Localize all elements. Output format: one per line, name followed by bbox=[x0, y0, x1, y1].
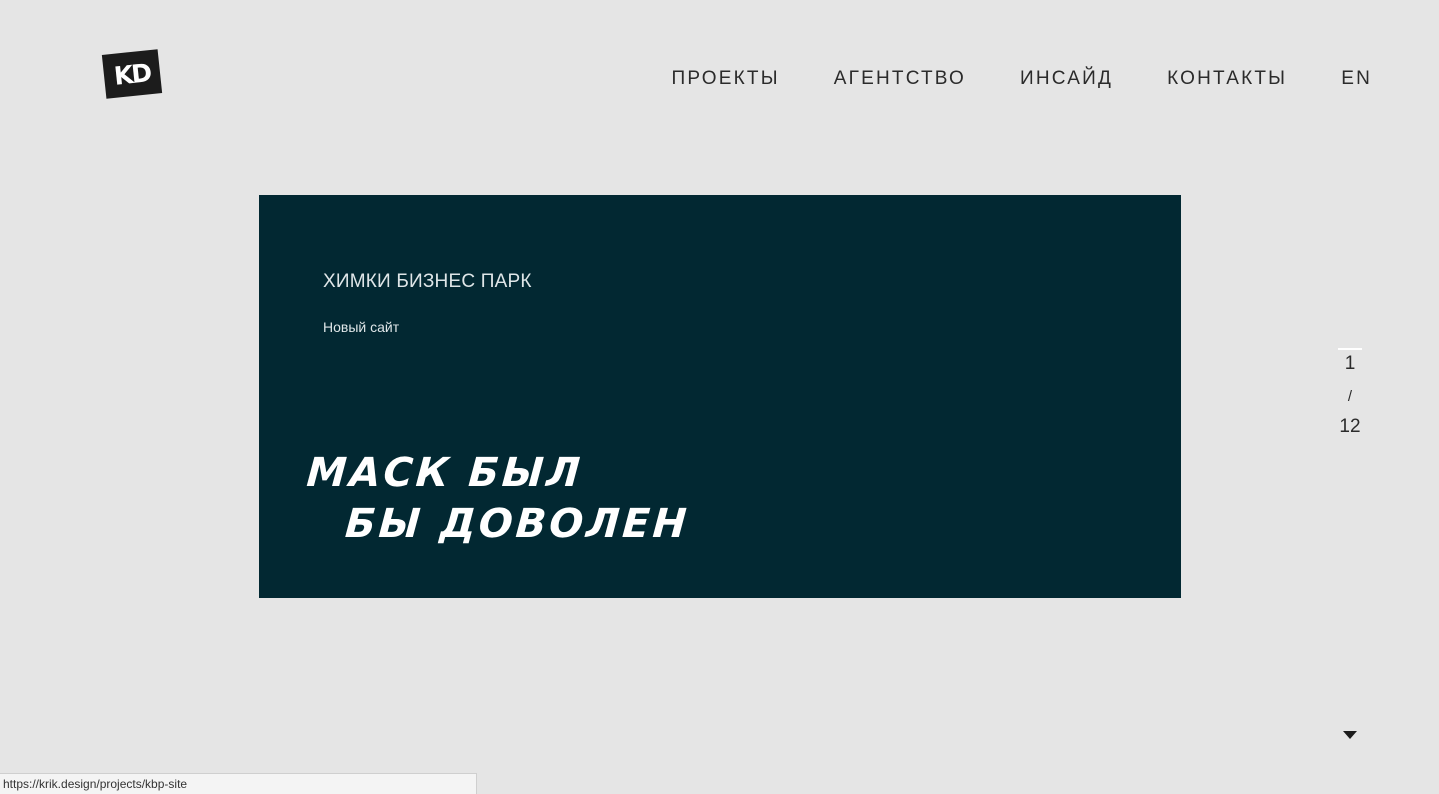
hero-headline: МАСК БЫЛ БЫ ДОВОЛЕН bbox=[301, 448, 694, 550]
pager-separator: / bbox=[1347, 388, 1353, 405]
pager-current: 1 bbox=[1344, 353, 1356, 374]
logo[interactable]: KD bbox=[101, 49, 163, 99]
slide-pager: 1 / 12 bbox=[1331, 348, 1369, 438]
triangle-down-icon[interactable] bbox=[1343, 731, 1357, 739]
headline-line-1: МАСК БЫЛ bbox=[305, 450, 585, 496]
headline-line-2: БЫ ДОВОЛЕН bbox=[343, 501, 691, 547]
nav-item-contacts[interactable]: КОНТАКТЫ bbox=[1167, 68, 1287, 90]
nav-item-projects[interactable]: ПРОЕКТЫ bbox=[671, 68, 779, 90]
page: KD ПРОЕКТЫ АГЕНТСТВО ИНСАЙД КОНТАКТЫ EN … bbox=[0, 0, 1439, 794]
main-nav: ПРОЕКТЫ АГЕНТСТВО ИНСАЙД КОНТАКТЫ EN bbox=[617, 68, 1372, 90]
nav-item-inside[interactable]: ИНСАЙД bbox=[1020, 68, 1113, 90]
status-url: https://krik.design/projects/kbp-site bbox=[3, 777, 188, 791]
browser-status-bar: https://krik.design/projects/kbp-site bbox=[0, 773, 477, 794]
pager-total: 12 bbox=[1339, 416, 1361, 437]
nav-item-agency[interactable]: АГЕНТСТВО bbox=[834, 68, 966, 90]
hero-slide[interactable]: ХИМКИ БИЗНЕС ПАРК Новый сайт МАСК БЫЛ БЫ… bbox=[259, 195, 1181, 598]
pager-progress-bar bbox=[1338, 348, 1362, 350]
project-title: ХИМКИ БИЗНЕС ПАРК bbox=[323, 271, 532, 292]
logo-text: KD bbox=[112, 57, 152, 91]
project-subtitle: Новый сайт bbox=[323, 319, 400, 335]
nav-item-language[interactable]: EN bbox=[1341, 68, 1372, 90]
